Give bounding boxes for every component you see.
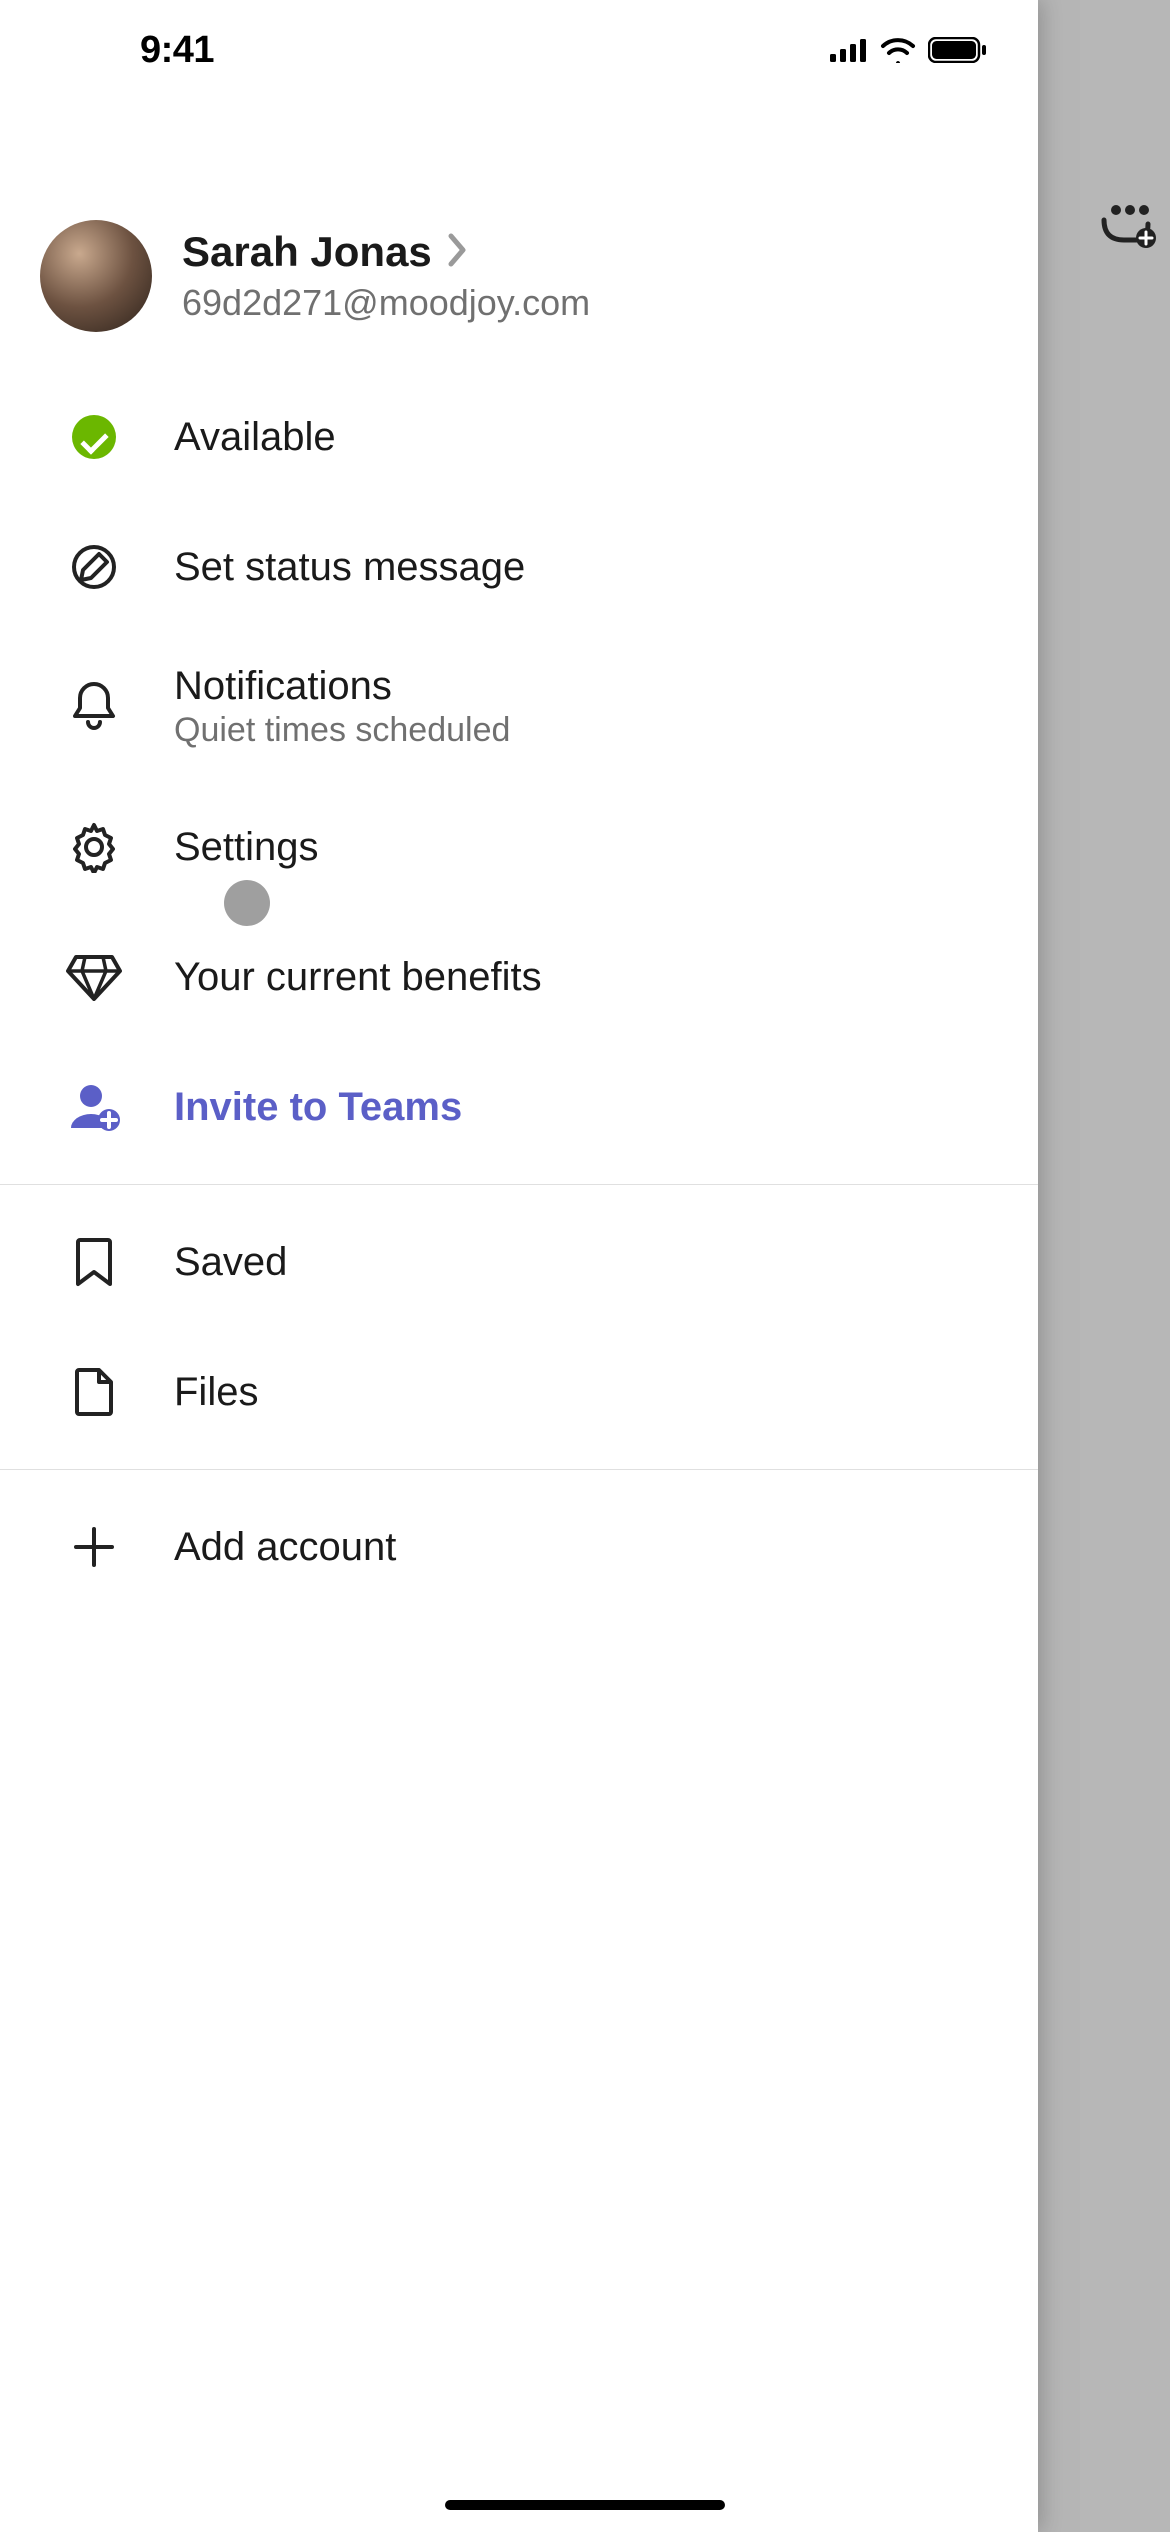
profile-name: Sarah Jonas <box>182 228 432 276</box>
diamond-icon <box>62 945 126 1009</box>
person-add-icon <box>62 1075 126 1139</box>
edit-status-icon <box>62 535 126 599</box>
dimmed-main-content <box>1080 0 1170 2532</box>
menu-item-notifications[interactable]: Notifications Quiet times scheduled <box>0 632 1038 782</box>
menu-item-status[interactable]: Available <box>0 372 1038 502</box>
cellular-icon <box>830 38 868 62</box>
menu-label: Invite to Teams <box>174 1085 998 1130</box>
home-indicator[interactable] <box>445 2500 725 2510</box>
menu-label: Files <box>174 1370 998 1415</box>
menu-label: Saved <box>174 1240 998 1285</box>
chevron-right-icon <box>448 233 468 272</box>
menu-item-benefits[interactable]: Your current benefits <box>0 912 1038 1042</box>
gear-icon <box>62 815 126 879</box>
menu-label: Add account <box>174 1525 998 1570</box>
menu-label: Set status message <box>174 545 998 590</box>
wifi-icon <box>880 37 916 63</box>
profile-header[interactable]: Sarah Jonas 69d2d271@moodjoy.com <box>0 100 1038 372</box>
menu-item-set-status[interactable]: Set status message <box>0 502 1038 632</box>
menu-item-settings[interactable]: Settings <box>0 782 1038 912</box>
menu-item-invite[interactable]: Invite to Teams <box>0 1042 1038 1172</box>
menu-item-add-account[interactable]: Add account <box>0 1482 1038 1612</box>
profile-side-panel: 9:41 <box>0 0 1038 2532</box>
menu-item-files[interactable]: Files <box>0 1327 1038 1457</box>
plus-icon <box>62 1515 126 1579</box>
menu-label: Available <box>174 415 998 460</box>
menu-item-saved[interactable]: Saved <box>0 1197 1038 1327</box>
status-bar: 9:41 <box>0 0 1038 100</box>
menu-list: Available Set status message <box>0 372 1038 1612</box>
teams-join-icon[interactable] <box>1096 200 1156 250</box>
available-status-icon <box>62 405 126 469</box>
menu-label: Notifications <box>174 664 998 709</box>
divider <box>0 1469 1038 1470</box>
file-icon <box>62 1360 126 1424</box>
status-time: 9:41 <box>140 29 214 72</box>
bell-icon <box>62 675 126 739</box>
status-right-icons <box>830 37 988 63</box>
menu-label: Settings <box>174 825 998 870</box>
menu-sublabel: Quiet times scheduled <box>174 711 998 750</box>
profile-email: 69d2d271@moodjoy.com <box>182 282 998 324</box>
battery-icon <box>928 37 988 63</box>
avatar <box>40 220 152 332</box>
menu-label: Your current benefits <box>174 955 998 1000</box>
bookmark-icon <box>62 1230 126 1294</box>
profile-info: Sarah Jonas 69d2d271@moodjoy.com <box>182 228 998 324</box>
divider <box>0 1184 1038 1185</box>
